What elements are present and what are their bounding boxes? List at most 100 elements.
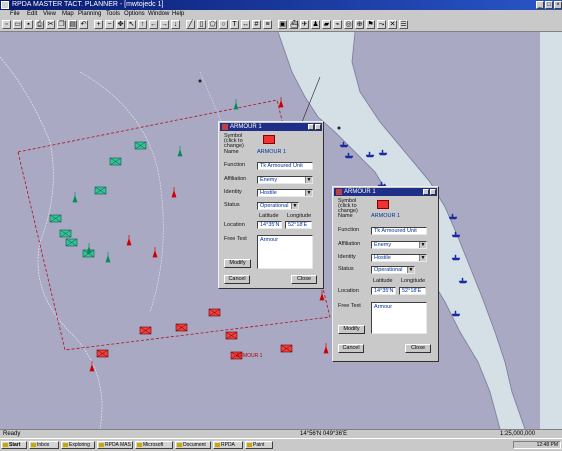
hostile-pin-icon[interactable] bbox=[126, 235, 132, 246]
task-exploring[interactable]: Exploring bbox=[61, 441, 95, 449]
chevron-down-icon[interactable]: ▼ bbox=[305, 190, 312, 196]
properties-icon[interactable]: ☰ bbox=[399, 20, 408, 29]
affiliation-select[interactable]: Enemy ▼ bbox=[371, 241, 427, 249]
unit-symbol-icon[interactable] bbox=[263, 135, 275, 144]
arrow-right-icon[interactable]: → bbox=[160, 20, 169, 29]
arrow-down-icon[interactable]: ↓ bbox=[171, 20, 180, 29]
grid-icon[interactable]: # bbox=[252, 20, 261, 29]
unit-icon[interactable]: ▣ bbox=[278, 20, 287, 29]
target-icon[interactable]: ⊕ bbox=[355, 20, 364, 29]
chevron-down-icon[interactable]: ▼ bbox=[291, 203, 298, 209]
hostile-pin-icon[interactable] bbox=[323, 343, 329, 354]
dialog-1-title-bar[interactable]: ARMOUR 1 bbox=[220, 123, 322, 131]
modify-button[interactable]: Modify bbox=[338, 325, 365, 334]
chevron-down-icon[interactable]: ▼ bbox=[305, 177, 312, 183]
menu-view[interactable]: View bbox=[43, 10, 56, 19]
task-paint[interactable]: Paint bbox=[245, 441, 273, 449]
close-window-button[interactable]: × bbox=[554, 1, 562, 9]
radio-icon[interactable]: ⌁ bbox=[333, 20, 342, 29]
paste-icon[interactable]: ▤ bbox=[68, 20, 77, 29]
maximize-button[interactable]: □ bbox=[545, 1, 553, 9]
dialog-1-close-button[interactable] bbox=[315, 124, 321, 130]
ship-icon[interactable] bbox=[344, 152, 354, 159]
cut-icon[interactable]: ✂ bbox=[46, 20, 55, 29]
zoom-in-icon[interactable]: + bbox=[94, 20, 103, 29]
arrow-left-icon[interactable]: ← bbox=[149, 20, 158, 29]
open-icon[interactable]: ▭ bbox=[13, 20, 22, 29]
function-field[interactable]: Tk Armoured Unit bbox=[371, 227, 427, 235]
zoom-out-icon[interactable]: − bbox=[105, 20, 114, 29]
menu-tools[interactable]: Tools bbox=[106, 10, 120, 19]
task-rpda[interactable]: RPDA bbox=[213, 441, 243, 449]
friendly-pin-icon[interactable] bbox=[105, 252, 111, 263]
dialog-2-title-bar[interactable]: ARMOUR 1 bbox=[334, 188, 437, 196]
menu-map[interactable]: Map bbox=[62, 10, 74, 19]
task-rpda-master[interactable]: RPDA MAS bbox=[97, 441, 133, 449]
route-icon[interactable]: ⤳ bbox=[377, 20, 386, 29]
flag-icon[interactable]: ⚑ bbox=[366, 20, 375, 29]
undo-icon[interactable]: ↶ bbox=[79, 20, 88, 29]
task-inbox[interactable]: Inbox bbox=[29, 441, 59, 449]
task-microsoft[interactable]: Microsoft bbox=[135, 441, 173, 449]
close-button[interactable]: Close bbox=[405, 344, 431, 353]
copy-icon[interactable]: ❐ bbox=[57, 20, 66, 29]
hostile-pin-icon[interactable] bbox=[89, 361, 95, 372]
select-icon[interactable]: ↖ bbox=[127, 20, 136, 29]
menu-file[interactable]: File bbox=[10, 10, 20, 19]
chevron-down-icon[interactable]: ▼ bbox=[419, 242, 426, 248]
ship-icon[interactable] bbox=[448, 213, 458, 220]
longitude-field[interactable]: 52°18'E bbox=[399, 287, 426, 295]
modify-button[interactable]: Modify bbox=[224, 259, 251, 268]
chevron-down-icon[interactable]: ▼ bbox=[407, 267, 414, 273]
function-field[interactable]: Tk Armoured Unit bbox=[257, 162, 313, 170]
identity-select[interactable]: Hostile ▼ bbox=[257, 189, 313, 197]
task-document[interactable]: Document bbox=[175, 441, 211, 449]
free-text-area[interactable]: Armour bbox=[371, 302, 427, 334]
chevron-down-icon[interactable]: ▼ bbox=[419, 255, 426, 261]
soldier-icon[interactable]: ♟ bbox=[311, 20, 320, 29]
pan-icon[interactable]: ✥ bbox=[116, 20, 125, 29]
hostile-pin-icon[interactable] bbox=[278, 97, 284, 108]
minimize-button[interactable]: _ bbox=[536, 1, 544, 9]
menu-help[interactable]: Help bbox=[172, 10, 184, 19]
print-icon[interactable]: ⎙ bbox=[35, 20, 44, 29]
delete-icon[interactable]: ✕ bbox=[388, 20, 397, 29]
longitude-field[interactable]: 52°18'E bbox=[285, 221, 312, 229]
layer-icon[interactable]: ≡ bbox=[263, 20, 272, 29]
menu-edit[interactable]: Edit bbox=[27, 10, 37, 19]
ship-icon[interactable]: ⛴ bbox=[289, 20, 299, 29]
aircraft-icon[interactable]: ✈ bbox=[300, 20, 309, 29]
close-button[interactable]: Close bbox=[291, 275, 317, 284]
dialog-2-help-button[interactable] bbox=[423, 189, 429, 195]
polygon-icon[interactable]: ⬠ bbox=[208, 20, 217, 29]
dialog-2-close-button[interactable] bbox=[430, 189, 436, 195]
rect-icon[interactable]: ▯ bbox=[197, 20, 206, 29]
start-button[interactable]: Start bbox=[1, 441, 27, 449]
hostile-pin-icon[interactable] bbox=[152, 247, 158, 258]
menu-options[interactable]: Options bbox=[124, 10, 145, 19]
tank-icon[interactable]: ▰ bbox=[322, 20, 331, 29]
line-icon[interactable]: ╱ bbox=[186, 20, 195, 29]
latitude-field[interactable]: 14°35'N bbox=[257, 221, 282, 229]
friendly-pin-icon[interactable] bbox=[177, 146, 183, 157]
dialog-1-help-button[interactable] bbox=[308, 124, 314, 130]
friendly-pin-icon[interactable] bbox=[72, 192, 78, 203]
menu-planning[interactable]: Planning bbox=[78, 10, 101, 19]
status-select[interactable]: Operational ▼ bbox=[257, 202, 299, 210]
free-text-area[interactable]: Armour bbox=[257, 235, 313, 269]
arrow-up-icon[interactable]: ↑ bbox=[138, 20, 147, 29]
cancel-button[interactable]: Cancel bbox=[224, 275, 250, 284]
circle-icon[interactable]: ○ bbox=[219, 20, 228, 29]
menu-window[interactable]: Window bbox=[148, 10, 169, 19]
latitude-field[interactable]: 14°35'N bbox=[371, 287, 396, 295]
map-canvas[interactable]: ARMOUR 1 ARMOUR 1 Symbol (click to chang… bbox=[0, 32, 562, 429]
hostile-pin-icon[interactable] bbox=[171, 187, 177, 198]
cancel-button[interactable]: Cancel bbox=[338, 344, 364, 353]
new-icon[interactable]: ▫ bbox=[2, 20, 11, 29]
app-icon[interactable] bbox=[1, 1, 9, 9]
save-icon[interactable]: ▪ bbox=[24, 20, 33, 29]
status-select[interactable]: Operational ▼ bbox=[371, 266, 415, 274]
text-icon[interactable]: T bbox=[230, 20, 239, 29]
unit-symbol-icon[interactable] bbox=[377, 200, 389, 209]
affiliation-select[interactable]: Enemy ▼ bbox=[257, 176, 313, 184]
